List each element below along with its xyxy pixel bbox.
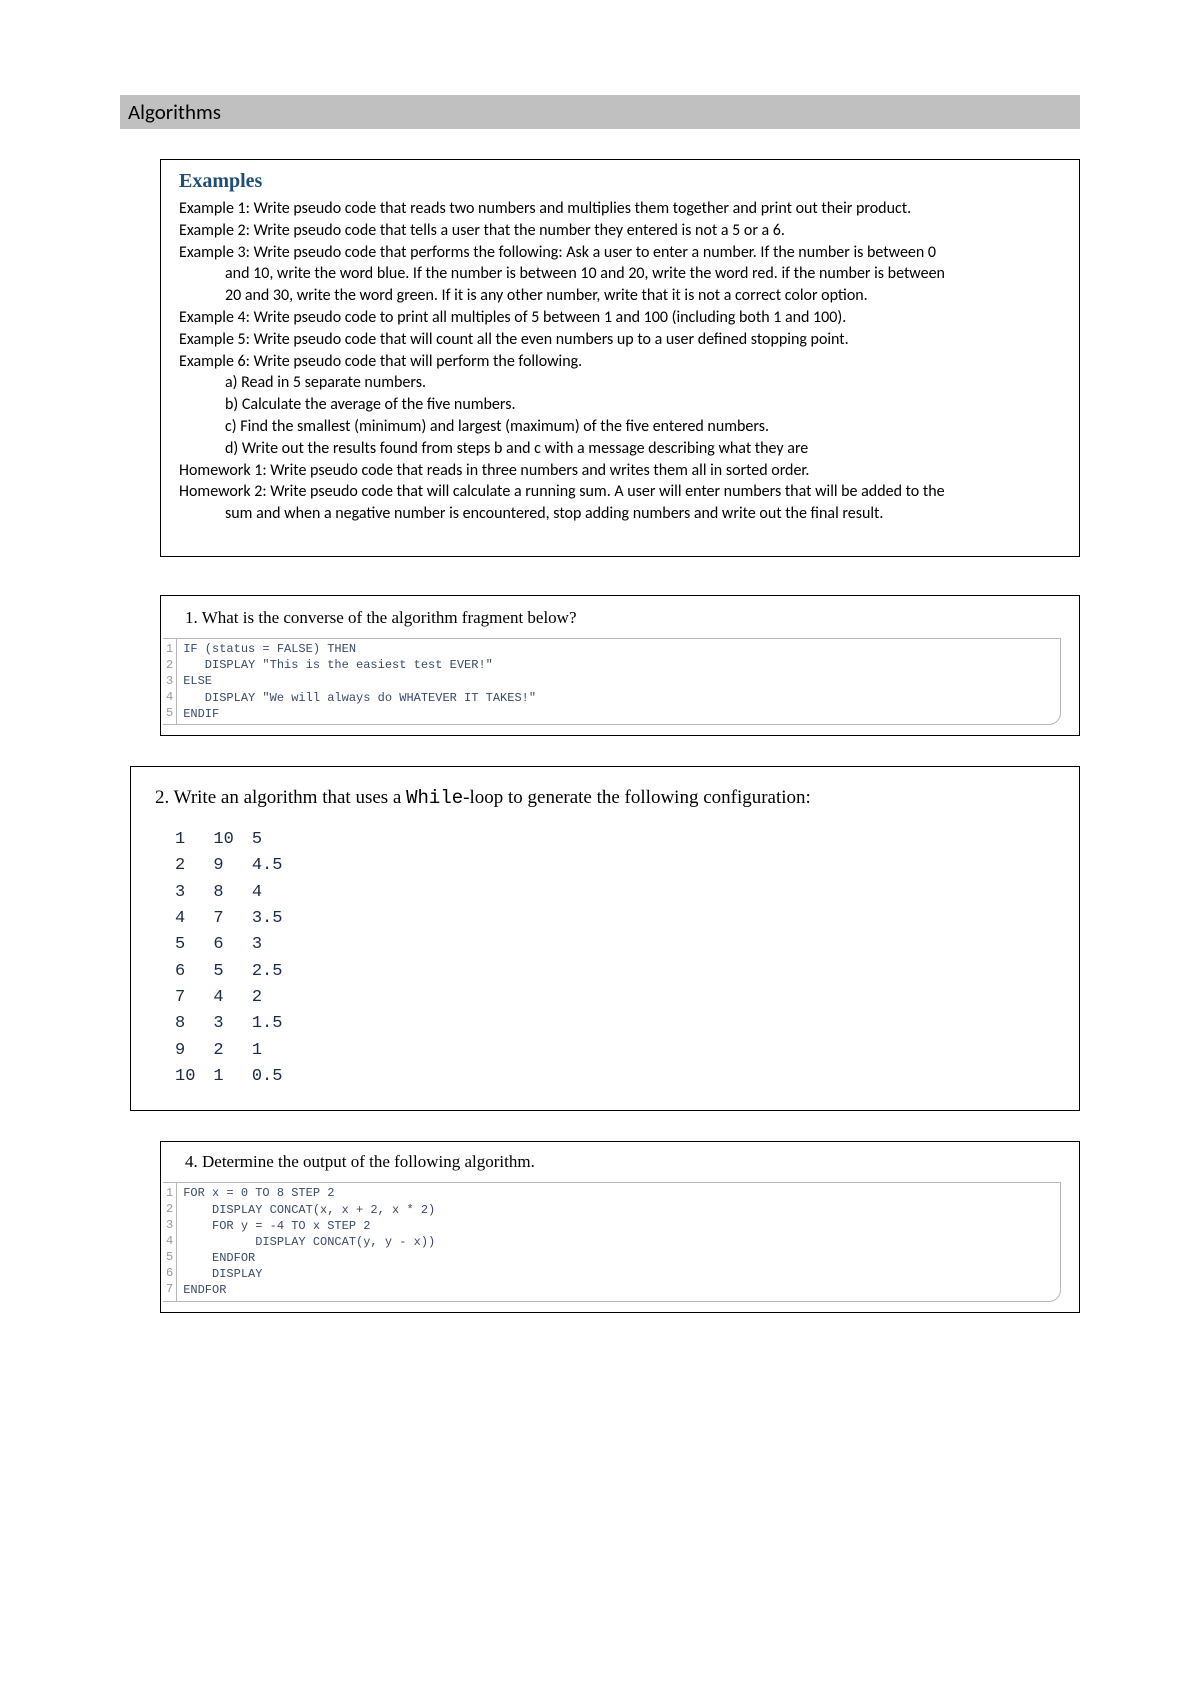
example-line: Example 5: Write pseudo code that will c… (179, 330, 1061, 351)
question-1-box: 1. What is the converse of the algorithm… (160, 595, 1080, 736)
example-line: Homework 2: Write pseudo code that will … (179, 482, 1061, 503)
question-1-prompt: 1. What is the converse of the algorithm… (161, 608, 1079, 638)
table-row: 1105 (175, 827, 300, 853)
example-line: Example 1: Write pseudo code that reads … (179, 199, 1061, 220)
table-row: 1010.5 (175, 1064, 300, 1090)
examples-box: Examples Example 1: Write pseudo code th… (160, 159, 1080, 557)
examples-body: Example 1: Write pseudo code that reads … (179, 199, 1061, 525)
example-line: Example 3: Write pseudo code that perfor… (179, 243, 1061, 264)
example-subitem: b) Calculate the average of the five num… (225, 395, 1061, 416)
question-2-output: 1105 294.5 384 473.5 563 652.5 742 831.5… (155, 827, 1055, 1090)
example-subitem: c) Find the smallest (minimum) and large… (225, 417, 1061, 438)
question-4-code: 1234567 FOR x = 0 TO 8 STEP 2 DISPLAY CO… (163, 1182, 1061, 1301)
question-4-prompt: 4. Determine the output of the following… (161, 1152, 1079, 1182)
section-header: Algorithms (120, 95, 1080, 129)
example-line: Example 6: Write pseudo code that will p… (179, 352, 1061, 373)
example-subitem: a) Read in 5 separate numbers. (225, 373, 1061, 394)
table-row: 652.5 (175, 959, 300, 985)
question-4-box: 4. Determine the output of the following… (160, 1141, 1080, 1312)
example-line: sum and when a negative number is encoun… (179, 504, 1061, 525)
table-row: 921 (175, 1038, 300, 1064)
table-row: 563 (175, 932, 300, 958)
example-line: Example 4: Write pseudo code to print al… (179, 308, 1061, 329)
question-2-box: 2. Write an algorithm that uses a While-… (130, 766, 1080, 1111)
table-row: 384 (175, 880, 300, 906)
example-line: Example 2: Write pseudo code that tells … (179, 221, 1061, 242)
table-row: 831.5 (175, 1011, 300, 1037)
code-gutter: 12345 (163, 639, 177, 724)
question-1-code: 12345 IF (status = FALSE) THEN DISPLAY "… (163, 638, 1061, 725)
table-row: 473.5 (175, 906, 300, 932)
table-row: 294.5 (175, 853, 300, 879)
code-gutter: 1234567 (163, 1183, 177, 1300)
example-line: Homework 1: Write pseudo code that reads… (179, 461, 1061, 482)
examples-title: Examples (179, 170, 1061, 193)
question-2-prompt: 2. Write an algorithm that uses a While-… (155, 787, 1055, 809)
example-line: 20 and 30, write the word green. If it i… (179, 286, 1061, 307)
table-row: 742 (175, 985, 300, 1011)
example-line: and 10, write the word blue. If the numb… (179, 264, 1061, 285)
example-subitem: d) Write out the results found from step… (225, 439, 1061, 460)
code-content: IF (status = FALSE) THEN DISPLAY "This i… (177, 639, 1060, 724)
code-content: FOR x = 0 TO 8 STEP 2 DISPLAY CONCAT(x, … (177, 1183, 1060, 1300)
